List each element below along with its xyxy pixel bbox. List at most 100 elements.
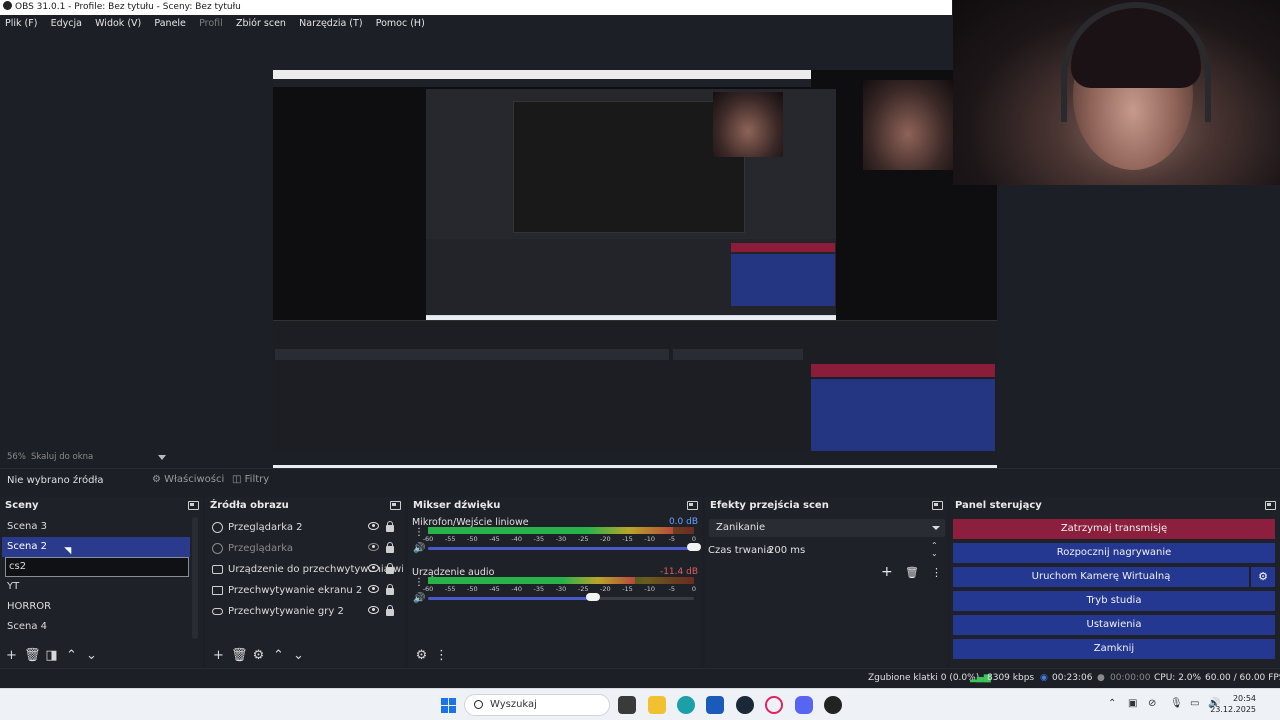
zoom-percent: 56%: [7, 452, 26, 462]
eye-icon[interactable]: [368, 585, 379, 593]
scenes-scrollbar[interactable]: [192, 517, 198, 639]
channel-menu-icon[interactable]: ⋮: [414, 528, 424, 538]
source-settings-icon[interactable]: ⚙: [251, 648, 266, 663]
meter-tick-label: -5: [668, 585, 676, 593]
transition-menu-icon[interactable]: ⋮: [931, 566, 942, 579]
taskbar-search[interactable]: Wyszukaj: [464, 694, 610, 716]
scene-item[interactable]: Scena 4: [2, 617, 190, 637]
menu-tools[interactable]: Narzędzia (T): [299, 18, 362, 29]
steam-icon[interactable]: [736, 696, 754, 714]
lock-icon[interactable]: [386, 584, 394, 595]
eye-icon[interactable]: [368, 564, 379, 572]
source-item[interactable]: Urządzenie do przechwytywania wideo: [208, 559, 403, 580]
scene-item-selected[interactable]: Scena 2: [2, 537, 190, 557]
transition-select[interactable]: Zanikanie: [709, 519, 945, 537]
lock-icon[interactable]: [386, 605, 394, 616]
move-up-icon[interactable]: ⌃: [64, 648, 79, 663]
file-explorer-icon[interactable]: [648, 696, 666, 714]
add-scene-icon[interactable]: +: [4, 648, 19, 663]
duration-spin-icon[interactable]: ⌃ ⌄: [931, 542, 938, 558]
undock-icon[interactable]: [1265, 501, 1276, 510]
chevron-down-icon[interactable]: [158, 455, 166, 460]
undock-icon[interactable]: [932, 501, 943, 510]
nested-capture-bottom: [273, 320, 997, 461]
menu-edit[interactable]: Edycja: [51, 18, 82, 29]
menu-scene-collection[interactable]: Zbiór scen: [236, 18, 286, 29]
microphone-icon[interactable]: 🎙: [1170, 698, 1183, 709]
opera-icon[interactable]: [765, 696, 783, 714]
move-down-icon[interactable]: ⌄: [291, 648, 306, 663]
lock-icon[interactable]: [386, 563, 394, 574]
start-recording-button[interactable]: Rozpocznij nagrywanie: [953, 543, 1275, 563]
menu-view[interactable]: Widok (V): [95, 18, 141, 29]
speaker-icon[interactable]: 🔊: [413, 593, 425, 604]
duration-input[interactable]: 200 ms: [768, 545, 805, 556]
scene-filters-icon[interactable]: ◨: [44, 648, 59, 663]
filters-button[interactable]: ◫ Filtry: [232, 474, 269, 485]
volume-slider[interactable]: [428, 547, 694, 550]
menu-docks[interactable]: Panele: [154, 18, 185, 29]
undock-icon[interactable]: [390, 501, 401, 510]
eye-icon[interactable]: [368, 606, 379, 614]
speaker-icon[interactable]: 🔊: [413, 543, 425, 554]
advanced-audio-icon[interactable]: ⚙: [414, 648, 429, 663]
scene-item[interactable]: YT: [2, 577, 190, 597]
scene-rename-input[interactable]: cs2: [5, 557, 189, 577]
mixer-menu-icon[interactable]: ⋮: [434, 648, 449, 663]
stop-streaming-button[interactable]: Zatrzymaj transmisję: [953, 519, 1275, 539]
discord-icon[interactable]: [795, 696, 813, 714]
menu-profile[interactable]: Profil: [199, 18, 223, 29]
nested-webcam-medium: [863, 80, 953, 170]
move-up-icon[interactable]: ⌃: [271, 648, 286, 663]
add-source-icon[interactable]: +: [211, 648, 226, 663]
menu-file[interactable]: Plik (F): [5, 18, 37, 29]
store-icon[interactable]: [706, 696, 724, 714]
windows-start-icon[interactable]: [441, 698, 456, 713]
virtual-camera-settings-icon[interactable]: ⚙: [1251, 567, 1275, 587]
tray-app-icon[interactable]: ▣: [1128, 698, 1137, 709]
source-item[interactable]: Przeglądarka: [208, 538, 403, 559]
lock-icon[interactable]: [386, 521, 394, 532]
undock-icon[interactable]: [188, 501, 199, 510]
properties-button[interactable]: ⚙ Właściwości: [152, 474, 224, 485]
zoom-mode-select[interactable]: Skaluj do okna: [31, 452, 93, 462]
eye-hidden-icon[interactable]: [368, 543, 379, 551]
clock-time: 20:54: [1232, 694, 1256, 703]
settings-button[interactable]: Ustawienia: [953, 615, 1275, 635]
obs-taskbar-icon[interactable]: [824, 696, 842, 714]
preview-area[interactable]: [0, 0, 1280, 477]
windows-taskbar: Wyszukaj ⌃ ▣ ⊘ 🎙 ▭ 🔊 20:54 23.12.2025: [0, 688, 1280, 720]
taskbar-clock[interactable]: 20:54 23.12.2025: [1210, 693, 1256, 715]
delete-transition-icon[interactable]: 🗑: [905, 566, 919, 579]
edge-icon[interactable]: [677, 696, 695, 714]
studio-mode-button[interactable]: Tryb studia: [953, 591, 1275, 611]
scene-item[interactable]: Scena 3: [2, 517, 190, 537]
start-virtual-camera-button[interactable]: Uruchom Kamerę Wirtualną: [953, 567, 1249, 587]
add-transition-icon[interactable]: +: [881, 564, 893, 580]
globe-icon: [212, 522, 223, 533]
eye-icon[interactable]: [368, 522, 379, 530]
menu-help[interactable]: Pomoc (H): [376, 18, 425, 29]
tray-chevron-icon[interactable]: ⌃: [1108, 698, 1116, 709]
task-view-icon[interactable]: [618, 696, 636, 714]
source-item[interactable]: Przeglądarka 2: [208, 517, 403, 538]
network-icon[interactable]: ▭: [1190, 698, 1199, 709]
delete-scene-icon[interactable]: 🗑: [24, 648, 41, 663]
exit-button[interactable]: Zamknij: [953, 639, 1275, 659]
undock-icon[interactable]: [687, 501, 698, 510]
volume-slider[interactable]: [428, 597, 593, 600]
source-item[interactable]: Przechwytywanie gry 2: [208, 601, 403, 622]
tray-network-off-icon[interactable]: ⊘: [1148, 698, 1156, 709]
source-item[interactable]: Przechwytywanie ekranu 2: [208, 580, 403, 601]
scene-item[interactable]: HORROR: [2, 597, 190, 617]
channel-menu-icon[interactable]: ⋮: [414, 578, 424, 588]
volume-knob[interactable]: [687, 543, 701, 551]
meter-tick-label: -25: [577, 535, 589, 543]
move-down-icon[interactable]: ⌄: [84, 648, 99, 663]
preview-canvas[interactable]: [273, 70, 997, 477]
lock-icon[interactable]: [386, 542, 394, 553]
mixer-channel: Urządzenie audio -11.4 dB ⋮ -60 -55 -50 -45…: [408, 567, 702, 613]
volume-knob[interactable]: [585, 593, 600, 601]
stream-time: 00:23:06: [1052, 673, 1093, 683]
delete-source-icon[interactable]: 🗑: [231, 648, 248, 663]
